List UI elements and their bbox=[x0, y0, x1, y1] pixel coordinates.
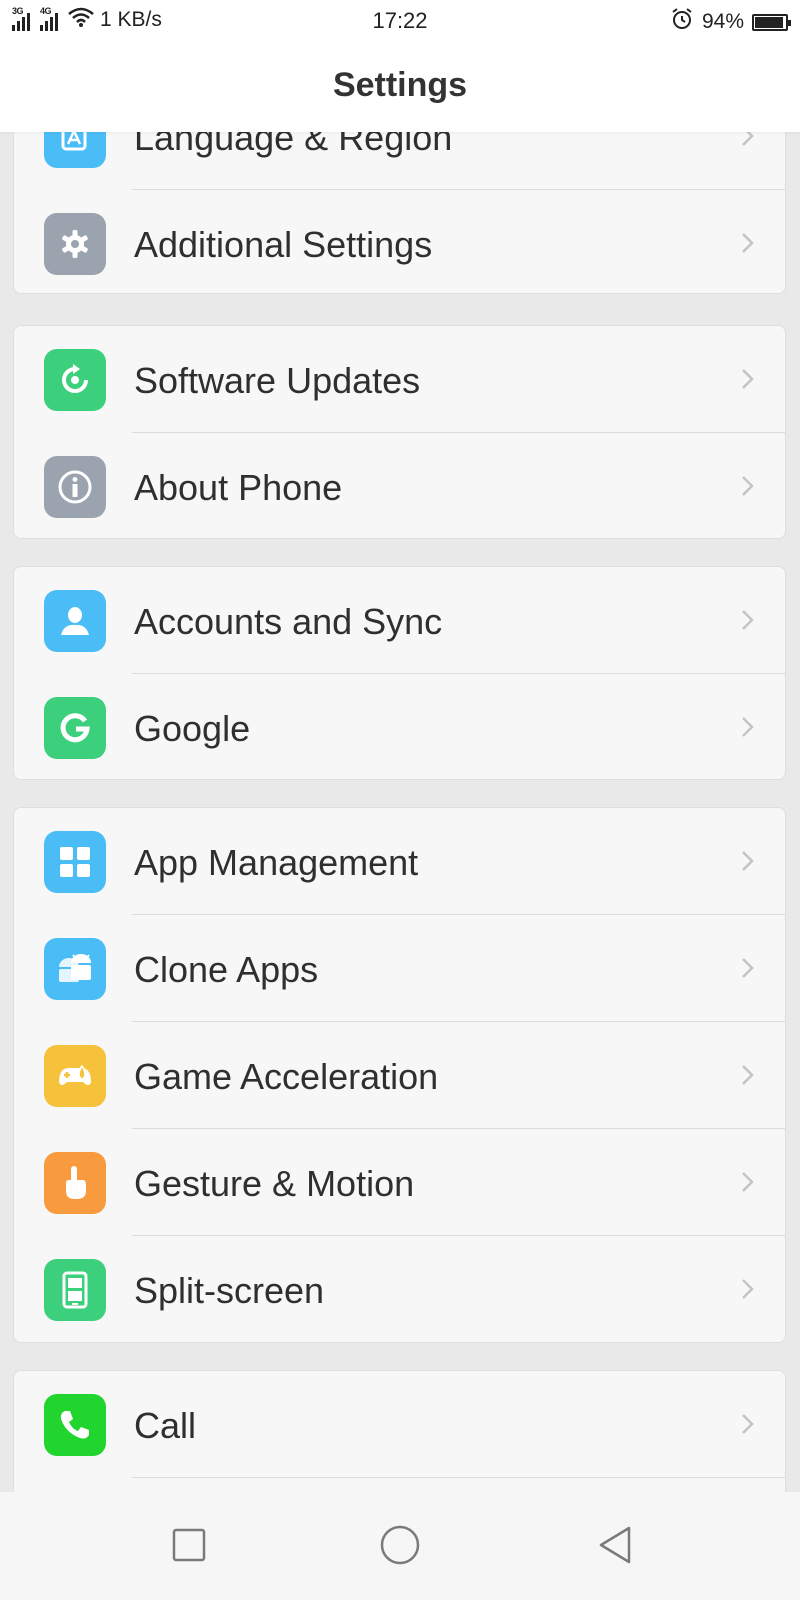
settings-item-label: Additional Settings bbox=[134, 224, 433, 265]
update-icon bbox=[44, 349, 106, 411]
settings-group: Call bbox=[13, 1370, 786, 1492]
account-icon bbox=[44, 590, 106, 652]
google-icon bbox=[44, 697, 106, 759]
settings-item-about-phone[interactable]: About Phone bbox=[14, 433, 785, 538]
split-screen-icon bbox=[44, 1259, 106, 1321]
chevron-right-icon bbox=[742, 1172, 754, 1192]
app-header: Settings bbox=[0, 40, 800, 132]
alarm-icon bbox=[670, 7, 694, 37]
status-bar: 3G 4G 1 KB/s 17:22 94% bbox=[0, 0, 800, 40]
settings-item-gesture-motion[interactable]: Gesture & Motion bbox=[14, 1129, 785, 1236]
back-triangle-icon bbox=[599, 1526, 631, 1564]
recent-apps-icon bbox=[172, 1528, 206, 1562]
settings-item-additional-settings[interactable]: Additional Settings bbox=[14, 190, 785, 293]
back-button[interactable] bbox=[585, 1520, 645, 1570]
settings-item-label: Game Acceleration bbox=[134, 1056, 439, 1097]
chevron-right-icon bbox=[742, 958, 754, 978]
home-button[interactable] bbox=[370, 1520, 430, 1570]
settings-item-call[interactable]: Call bbox=[14, 1371, 785, 1478]
settings-item-label: Accounts and Sync bbox=[134, 601, 443, 642]
phone-icon bbox=[44, 1394, 106, 1456]
chevron-right-icon bbox=[742, 610, 754, 630]
settings-item-game-acceleration[interactable]: Game Acceleration bbox=[14, 1022, 785, 1129]
settings-item-label: Software Updates bbox=[134, 360, 421, 401]
gear-icon bbox=[44, 213, 106, 275]
chevron-right-icon bbox=[742, 717, 754, 737]
chevron-right-icon bbox=[742, 1065, 754, 1085]
settings-item-label: Split-screen bbox=[134, 1270, 325, 1311]
settings-item-accounts-sync[interactable]: Accounts and Sync bbox=[14, 567, 785, 674]
chevron-right-icon bbox=[742, 233, 754, 253]
settings-list[interactable]: Language & Region Additional Settings So… bbox=[0, 0, 800, 1492]
recent-apps-button[interactable] bbox=[159, 1520, 219, 1570]
chevron-right-icon bbox=[742, 851, 754, 871]
settings-item-clone-apps[interactable]: Clone Apps bbox=[14, 915, 785, 1022]
settings-item-label: Call bbox=[134, 1405, 197, 1446]
chevron-right-icon bbox=[742, 369, 754, 389]
settings-item-label: App Management bbox=[134, 842, 419, 883]
battery-percent: 94% bbox=[701, 10, 744, 33]
navigation-bar bbox=[0, 1492, 800, 1600]
divider bbox=[132, 1477, 785, 1478]
gamepad-rocket-icon bbox=[44, 1045, 106, 1107]
page-title: Settings bbox=[332, 66, 468, 104]
chevron-right-icon bbox=[742, 1279, 754, 1299]
info-icon bbox=[44, 456, 106, 518]
settings-item-google[interactable]: Google bbox=[14, 674, 785, 779]
settings-item-software-updates[interactable]: Software Updates bbox=[14, 326, 785, 433]
chevron-right-icon bbox=[742, 1414, 754, 1434]
settings-item-label: Clone Apps bbox=[134, 949, 319, 990]
settings-item-label: About Phone bbox=[134, 467, 343, 508]
chevron-right-icon bbox=[742, 476, 754, 496]
settings-item-split-screen[interactable]: Split-screen bbox=[14, 1236, 785, 1342]
settings-item-label: Google bbox=[134, 708, 251, 749]
home-circle-icon bbox=[380, 1525, 420, 1565]
android-clone-icon bbox=[44, 938, 106, 1000]
status-right: 94% bbox=[670, 7, 791, 37]
settings-group: App Management Clone Apps Game Accelerat… bbox=[13, 807, 786, 1343]
settings-group: Software Updates About Phone bbox=[13, 325, 786, 539]
battery-icon bbox=[752, 13, 791, 31]
hand-pointer-icon bbox=[44, 1152, 106, 1214]
settings-item-label: Gesture & Motion bbox=[134, 1163, 415, 1204]
apps-grid-icon bbox=[44, 831, 106, 893]
settings-item-app-management[interactable]: App Management bbox=[14, 808, 785, 915]
settings-group: Accounts and Sync Google bbox=[13, 566, 786, 780]
